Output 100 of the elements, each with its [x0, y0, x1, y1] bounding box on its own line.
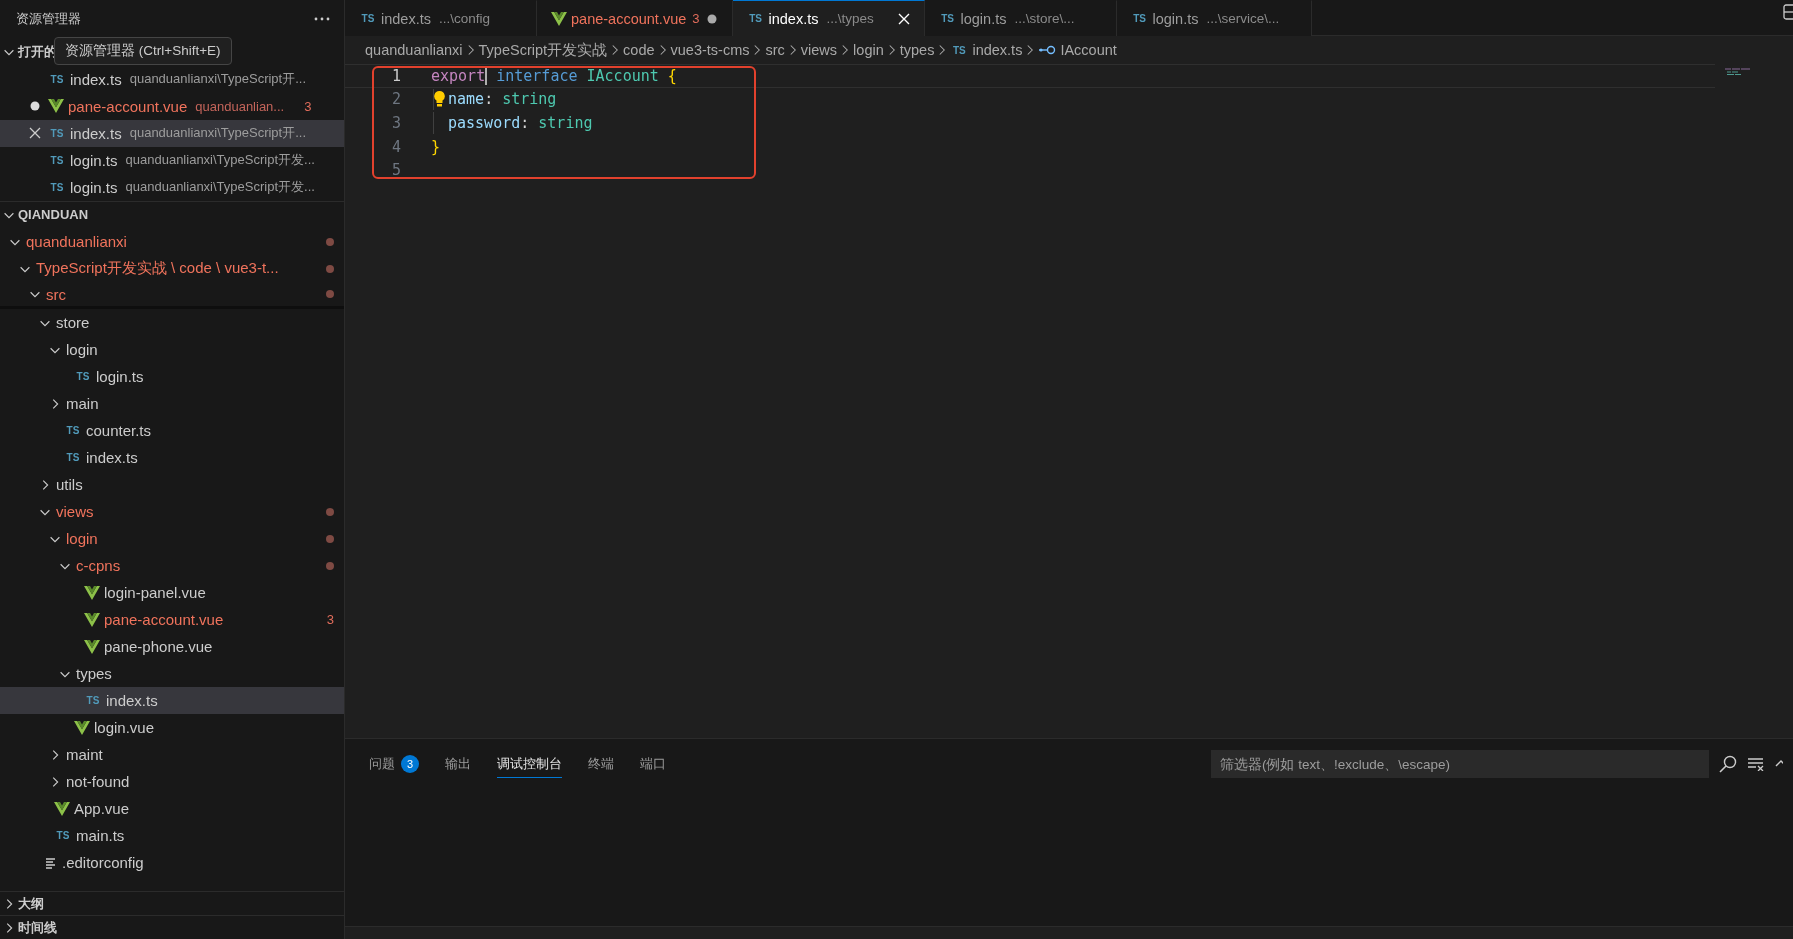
panel-tab[interactable]: 端口: [640, 750, 666, 778]
folder-item[interactable]: maint: [0, 741, 344, 768]
modified-dot: [326, 561, 334, 570]
vue-file-icon: [84, 639, 100, 654]
breadcrumb-item[interactable]: vue3-ts-cms: [670, 42, 750, 58]
sidebar-title: 资源管理器: [16, 10, 81, 28]
typescript-file-icon: TS: [54, 830, 72, 841]
breadcrumb-item[interactable]: TS index.ts: [950, 42, 1023, 58]
breadcrumb-item[interactable]: TypeScript开发实战: [478, 40, 608, 60]
split-editor-icon[interactable]: [1783, 4, 1793, 20]
editor-tab[interactable]: TS login.ts ...\service\...: [1116, 0, 1313, 36]
unsaved-dot-icon: [706, 13, 717, 24]
close-icon[interactable]: [29, 127, 41, 139]
line-number: 5: [390, 161, 401, 180]
panel-tab[interactable]: 输出: [445, 750, 471, 778]
section-title[interactable]: QIANDUAN: [18, 207, 89, 223]
breadcrumb-item[interactable]: views: [800, 42, 838, 58]
folder-item[interactable]: c-cpns: [0, 552, 344, 579]
file-item[interactable]: TS index.ts: [0, 687, 344, 714]
filter-field[interactable]: 筛选器(例如 text、!exclude、\escape): [1211, 750, 1709, 778]
file-item[interactable]: pane-account.vue 3: [0, 606, 344, 633]
typescript-file-icon: TS: [950, 44, 969, 56]
line-number: 4: [390, 137, 401, 156]
folder-item[interactable]: TypeScript开发实战 \ code \ vue3-t...: [0, 255, 344, 282]
typescript-file-icon: TS: [938, 13, 957, 24]
editor-tab[interactable]: TS index.ts ...\config: [345, 0, 537, 36]
file-item[interactable]: App.vue: [0, 795, 344, 822]
clear-list-icon[interactable]: [1747, 757, 1765, 771]
vue-file-icon: [84, 612, 100, 627]
folder-item[interactable]: types: [0, 660, 344, 687]
file-item[interactable]: TS main.ts: [0, 822, 344, 849]
folder-item[interactable]: store: [0, 309, 344, 336]
breadcrumb-item[interactable]: types: [899, 42, 935, 58]
breadcrumb-item[interactable]: login: [853, 42, 884, 58]
typescript-file-icon: TS: [84, 695, 102, 706]
file-item[interactable]: TS counter.ts: [0, 417, 344, 444]
more-icon[interactable]: [314, 17, 330, 21]
file-item[interactable]: login.vue: [0, 714, 344, 741]
file-item[interactable]: TS index.ts: [0, 444, 344, 471]
folder-item[interactable]: not-found: [0, 768, 344, 795]
unsaved-dot-icon: [30, 101, 40, 111]
file-item[interactable]: login-panel.vue: [0, 579, 344, 606]
line-number: 2: [390, 90, 401, 109]
panel-tab[interactable]: 调试控制台: [497, 750, 562, 778]
open-editor-item[interactable]: pane-account.vue quanduanlian... 3: [0, 92, 344, 120]
minimap-drawing: [1725, 68, 1753, 76]
typescript-file-icon: TS: [48, 73, 66, 85]
typescript-file-icon: TS: [48, 181, 66, 193]
breadcrumb-item[interactable]: quanduanlianxi: [365, 42, 463, 58]
line-number: 1: [390, 66, 401, 85]
section-title[interactable]: 大纲: [18, 894, 44, 913]
folder-item[interactable]: login: [0, 336, 344, 363]
folder-item[interactable]: src: [0, 282, 344, 309]
breadcrumb-item[interactable]: IAccount: [1038, 42, 1117, 58]
typescript-file-icon: TS: [48, 127, 66, 139]
code-line: password: string: [431, 112, 593, 134]
code-line: export interface IAccount {: [431, 65, 677, 87]
vue-file-icon: [74, 720, 90, 735]
modified-dot: [326, 290, 334, 298]
folder-item[interactable]: main: [0, 390, 344, 417]
tooltip: 资源管理器 (Ctrl+Shift+E): [54, 37, 232, 65]
open-editor-item[interactable]: TS login.ts quanduanlianxi\TypeScript开发...: [0, 146, 344, 174]
file-item[interactable]: TS login.ts: [0, 363, 344, 390]
code-line: name: string: [431, 88, 557, 111]
open-editor-item[interactable]: TS index.ts quanduanlianxi\TypeScript开...: [0, 65, 344, 93]
breadcrumb-item[interactable]: src: [765, 42, 785, 58]
panel-tab[interactable]: 问题 3: [369, 750, 419, 778]
modified-dot: [326, 534, 334, 543]
line-number: 3: [390, 114, 401, 132]
interface-icon: [1038, 45, 1057, 55]
editor-tab[interactable]: TS login.ts ...\store\...: [924, 0, 1117, 36]
vue-file-icon: [54, 801, 70, 816]
modified-dot: [326, 507, 334, 516]
typescript-file-icon: TS: [48, 154, 66, 166]
folder-item[interactable]: quanduanlianxi: [0, 228, 344, 255]
typescript-file-icon: TS: [359, 13, 377, 24]
folder-item[interactable]: utils: [0, 471, 344, 498]
vue-file-icon: [551, 11, 567, 26]
lightbulb-icon[interactable]: [434, 90, 445, 107]
vue-file-icon: [84, 585, 100, 600]
modified-dot: [326, 237, 334, 246]
typescript-file-icon: TS: [74, 371, 92, 382]
folder-item[interactable]: login: [0, 525, 344, 552]
lines-file-icon: [44, 855, 58, 870]
open-editor-item[interactable]: TS index.ts quanduanlianxi\TypeScript开...: [0, 119, 344, 147]
folder-item[interactable]: views: [0, 498, 344, 525]
chevron-up-icon[interactable]: [1775, 759, 1783, 769]
open-editor-item[interactable]: TS login.ts quanduanlianxi\TypeScript开发...: [0, 173, 344, 201]
file-item[interactable]: pane-phone.vue: [0, 633, 344, 660]
file-item[interactable]: .editorconfig: [0, 849, 344, 876]
breadcrumb-item[interactable]: code: [623, 42, 655, 58]
section-title[interactable]: 时间线: [18, 918, 57, 937]
typescript-file-icon: TS: [1130, 13, 1149, 24]
search-icon[interactable]: [1719, 755, 1737, 773]
typescript-file-icon: TS: [64, 425, 82, 436]
editor-tab[interactable]: TS index.ts ...\types: [732, 0, 925, 36]
panel-tab[interactable]: 终端: [588, 750, 614, 778]
code-line: }: [431, 136, 442, 158]
editor-tab[interactable]: pane-account.vue 3: [537, 0, 733, 36]
typescript-file-icon: TS: [746, 13, 765, 24]
